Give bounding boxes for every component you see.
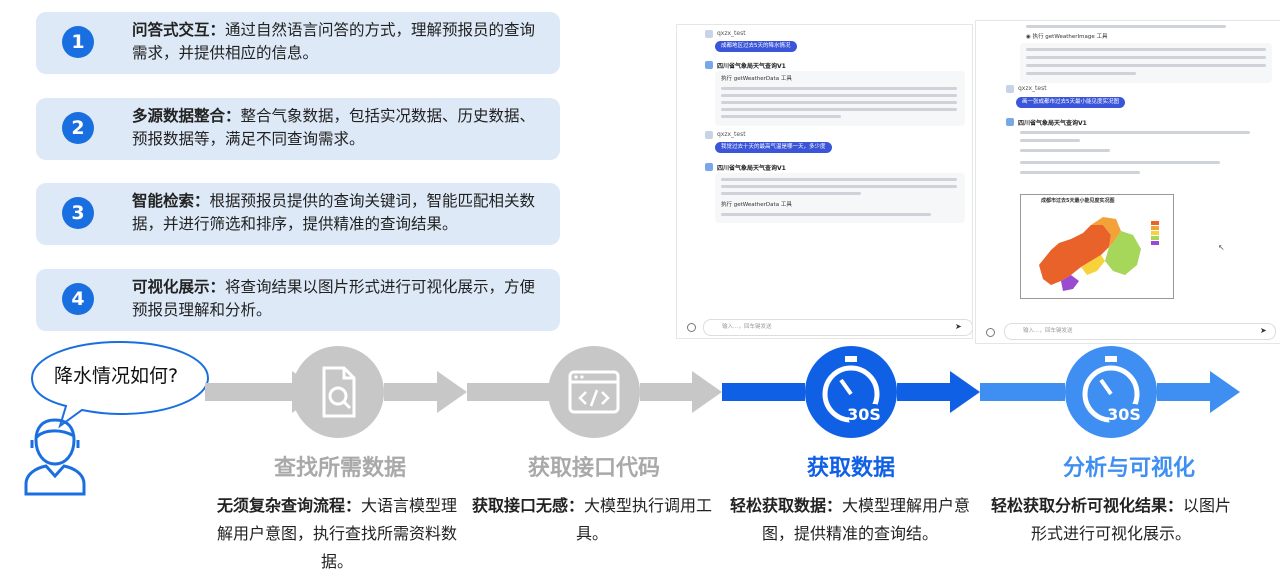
flow-arrow-2 (384, 371, 467, 413)
user-avatar (1006, 85, 1014, 93)
feature-card-3: 3 智能检索：根据预报员提供的查询关键词，智能匹配相关数据，并进行筛选和排序，提… (36, 183, 560, 245)
feature-text: 智能检索：根据预报员提供的查询关键词，智能匹配相关数据，并进行筛选和排序，提供精… (132, 190, 542, 236)
map-svg (1039, 217, 1159, 291)
user-name: qxzx_test (1018, 85, 1047, 92)
step-desc-1: 无须复杂查询流程：大语言模型理解用户意图，执行查找所需资料数据。 (210, 492, 464, 576)
bot-name: 四川省气象局天气查询V1 (717, 63, 786, 70)
flow-arrow-3 (467, 383, 550, 401)
chat-screenshot-right: ◉ 执行 getWeatherImage 工具 qxzx_test 画一张成都市… (975, 20, 1280, 344)
user-query-bubble: 我觉过去十天的最高气温是哪一天，多少度 (715, 142, 832, 153)
step-circle-1 (292, 346, 384, 438)
feature-title: 多源数据整合： (132, 107, 241, 125)
input-left-icon[interactable] (687, 323, 696, 332)
feature-card-1: 1 问答式交互：通过自然语言问答的方式，理解预报员的查询需求，并提供相应的信息。 (36, 12, 560, 74)
user-query-bubble: 成都地区过去5天的降水情况 (715, 41, 797, 52)
step-circle-2 (548, 346, 640, 438)
feature-text: 问答式交互：通过自然语言问答的方式，理解预报员的查询需求，并提供相应的信息。 (132, 19, 542, 65)
feature-text: 可视化展示：将查询结果以图片形式进行可视化展示，方便预报员理解和分析。 (132, 276, 542, 322)
bot-avatar (1006, 118, 1014, 126)
step-circle-4: 30S (1065, 346, 1157, 438)
user-avatar (705, 131, 713, 139)
flow-arrow-5 (722, 383, 805, 401)
step-name-2: 获取接口代码 (527, 456, 660, 481)
search-document-icon (322, 366, 356, 418)
step-desc-3: 轻松获取数据：大模型理解用户意图，提供精准的查询结。 (727, 492, 973, 548)
feature-text: 多源数据整合：整合气象数据，包括实况数据、历史数据、预报数据等，满足不同查询需求… (132, 105, 542, 151)
step-name-3: 获取数据 (806, 456, 895, 481)
chat-input[interactable]: 输入…，回车键发送 (703, 319, 972, 336)
flow-arrow-7 (980, 383, 1065, 401)
step-name-1: 查找所需数据 (273, 456, 406, 481)
feature-title: 智能检索： (132, 192, 210, 210)
user-name: qxzx_test (717, 131, 746, 138)
chat-screenshot-left: qxzx_test 成都地区过去5天的降水情况 四川省气象局天气查询V1 执行 … (676, 24, 973, 339)
feature-card-4: 4 可视化展示：将查询结果以图片形式进行可视化展示，方便预报员理解和分析。 (36, 269, 560, 331)
timer-label: 30S (1107, 405, 1141, 424)
chat-input[interactable]: 输入…，回车键发送 (1004, 323, 1276, 340)
send-icon[interactable]: ➤ (1260, 326, 1267, 335)
step-desc-4: 轻松获取分析可视化结果：以图片形式进行可视化展示。 (985, 492, 1237, 548)
user-avatar (705, 30, 713, 38)
visibility-map: 成都市过去5天最小能见度实况图 (1020, 194, 1174, 299)
flow-arrow-6 (897, 371, 980, 413)
bot-name: 四川省气象局天气查询V1 (1018, 120, 1087, 127)
step-circle-3: 30S (805, 346, 897, 438)
step-name-4: 分析与可视化 (1062, 456, 1195, 481)
step-desc-2: 获取接口无感：大模型执行调用工具。 (470, 492, 714, 548)
step-desc-title: 获取接口无感： (471, 496, 584, 515)
timer-label: 30S (847, 405, 881, 424)
tool-call-label: ◉ 执行 getWeatherImage 工具 (1026, 34, 1108, 40)
feature-number: 2 (62, 112, 94, 144)
tool-call-label: 执行 getWeatherData 工具 (721, 202, 792, 208)
stopwatch-icon: 30S (1082, 356, 1141, 424)
user-query-bubble: 画一张成都市过去5天最小能见度实况图 (1016, 97, 1126, 108)
feature-card-2: 2 多源数据整合：整合气象数据，包括实况数据、历史数据、预报数据等，满足不同查询… (36, 98, 560, 160)
flow-arrow-4 (640, 371, 722, 413)
feature-title: 问答式交互： (132, 21, 226, 39)
feature-number: 4 (62, 283, 94, 315)
step-desc-text: 大模型执行调用工具。 (575, 496, 713, 543)
bot-name: 四川省气象局天气查询V1 (717, 165, 786, 172)
stopwatch-icon: 30S (822, 356, 881, 424)
user-name: qxzx_test (717, 30, 746, 37)
bot-avatar (705, 163, 713, 171)
step-desc-title: 轻松获取数据： (729, 496, 842, 515)
bot-avatar (705, 61, 713, 69)
feature-number: 1 (62, 26, 94, 58)
feature-title: 可视化展示： (132, 278, 226, 296)
input-left-icon[interactable] (986, 328, 995, 337)
step-desc-title: 无须复杂查询流程： (216, 496, 361, 515)
step-desc-title: 轻松获取分析可视化结果： (990, 496, 1183, 515)
feature-number: 3 (62, 197, 94, 229)
flow-arrow-8 (1157, 371, 1240, 413)
tool-call-label: 执行 getWeatherData 工具 (721, 76, 792, 82)
cursor-icon: ↖ (1218, 243, 1225, 252)
tool-call-text: 执行 getWeatherImage 工具 (1032, 34, 1108, 40)
code-window-icon (568, 370, 620, 414)
send-icon[interactable]: ➤ (955, 322, 962, 331)
